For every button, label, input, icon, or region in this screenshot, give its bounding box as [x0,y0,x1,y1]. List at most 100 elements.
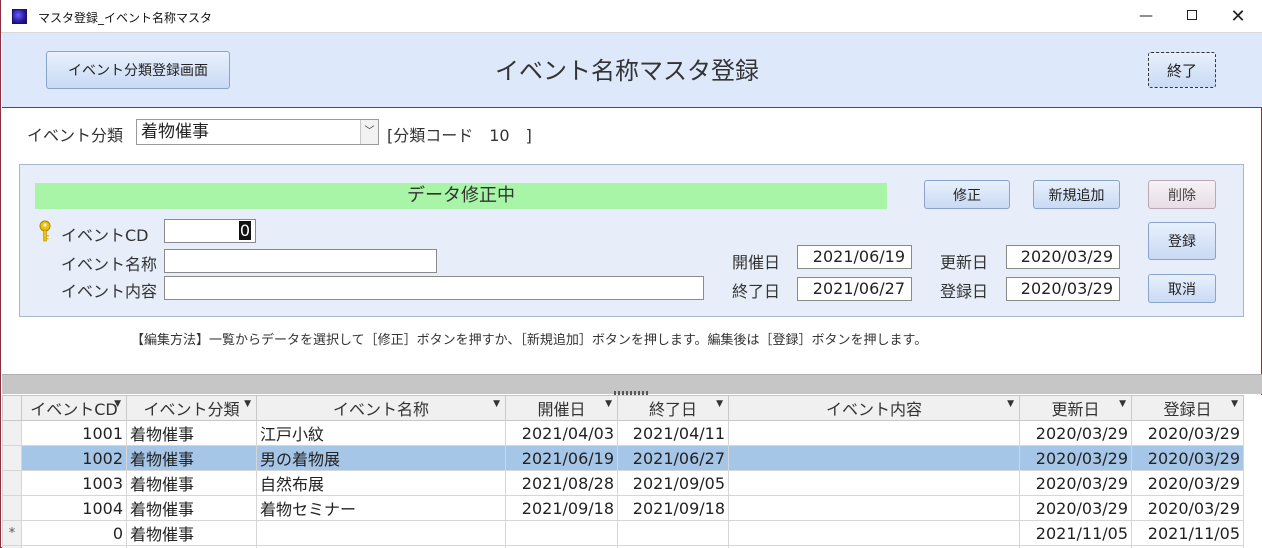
table-row[interactable]: 1004 着物催事 着物セミナー 2021/09/18 2021/09/18 2… [2,495,1244,521]
cell-category[interactable]: 着物催事 [126,520,257,546]
category-dropdown[interactable]: 着物催事 ﹀ [136,119,379,145]
chevron-down-icon[interactable]: ﹀ [360,120,378,144]
cell-event-cd[interactable]: 1003 [21,470,127,496]
cell-start-date[interactable]: 2021/09/18 [505,495,618,521]
cell-event-detail[interactable] [728,520,1020,546]
cell-event-detail[interactable] [728,445,1020,471]
cell-start-date[interactable]: 2021/06/19 [505,445,618,471]
cell-updated-date[interactable]: 2020/03/29 [1019,445,1132,471]
cell-start-date[interactable]: 2021/08/28 [505,470,618,496]
table-row[interactable]: 1001 着物催事 江戸小紋 2021/04/03 2021/04/11 202… [2,420,1244,446]
cell-start-date[interactable] [505,520,618,546]
cell-event-cd[interactable]: 1004 [21,495,127,521]
maximize-button[interactable] [1169,0,1215,33]
cell-end-date[interactable]: 2021/09/18 [617,495,729,521]
delete-button[interactable]: 削除 [1148,180,1216,209]
register-button[interactable]: 登録 [1148,222,1216,260]
exit-button[interactable]: 終了 [1148,52,1216,88]
cell-event-name[interactable]: 着物セミナー [256,495,506,521]
row-selector[interactable] [2,470,22,496]
updated-date-input[interactable]: 2020/03/29 [1006,245,1120,269]
cell-created-date[interactable]: 2020/03/29 [1131,495,1244,521]
column-header-end-date[interactable]: 終了日 ▼ [617,395,729,421]
column-header-start-date[interactable]: 開催日 ▼ [505,395,618,421]
cell-event-detail[interactable] [728,420,1020,446]
chevron-down-icon[interactable]: ▼ [114,399,121,409]
cell-category[interactable]: 着物催事 [126,445,257,471]
edit-button[interactable]: 修正 [924,180,1010,209]
add-new-button[interactable]: 新規追加 [1033,180,1120,209]
event-name-input[interactable] [164,249,437,273]
table-row-selected[interactable]: 1002 着物催事 男の着物展 2021/06/19 2021/06/27 20… [2,445,1244,471]
cell-event-detail[interactable] [728,470,1020,496]
app-window: マスタ登録_イベント名称マスタ — ✕ イベント分類登録画面 イベント名称マスタ… [0,0,1262,548]
column-header-event-name[interactable]: イベント名称 ▼ [256,395,506,421]
cell-updated-date[interactable]: 2021/11/05 [1019,520,1132,546]
splitter-bar[interactable] [2,374,1262,395]
cell-end-date[interactable] [617,520,729,546]
column-header-event-detail[interactable]: イベント内容 ▼ [728,395,1020,421]
start-date-input[interactable]: 2021/06/19 [797,245,912,269]
cell-category[interactable]: 着物催事 [126,420,257,446]
column-header-category[interactable]: イベント分類 ▼ [126,395,257,421]
chevron-down-icon[interactable]: ▼ [1007,399,1014,409]
cell-event-name[interactable] [256,520,506,546]
chevron-down-icon[interactable]: ▼ [1119,399,1126,409]
chevron-down-icon[interactable]: ▼ [605,399,612,409]
cell-end-date[interactable]: 2021/04/11 [617,420,729,446]
window-title: マスタ登録_イベント名称マスタ [38,11,213,25]
row-selector[interactable] [2,420,22,446]
cell-event-cd[interactable]: 1001 [21,420,127,446]
form-header: イベント分類登録画面 イベント名称マスタ登録 終了 [2,33,1262,108]
start-date-label: 開催日 [732,253,781,272]
minimize-button[interactable]: — [1123,0,1169,33]
cell-updated-date[interactable]: 2020/03/29 [1019,470,1132,496]
category-selected-value: 着物催事 [141,122,209,142]
cell-created-date[interactable]: 2020/03/29 [1131,445,1244,471]
cell-created-date[interactable]: 2020/03/29 [1131,420,1244,446]
column-header-created-date[interactable]: 登録日 ▼ [1131,395,1244,421]
help-text: 【編集方法】一覧からデータを選択して［修正］ボタンを押すか、［新規追加］ボタンを… [131,333,928,348]
event-detail-input[interactable] [164,276,704,300]
cell-event-detail[interactable] [728,495,1020,521]
cell-updated-date[interactable]: 2020/03/29 [1019,420,1132,446]
row-selector[interactable] [2,495,22,521]
row-selector[interactable] [2,445,22,471]
maximize-icon [1187,10,1197,20]
event-datasheet: イベントCD ▼ イベント分類 ▼ イベント名称 ▼ 開催日 ▼ 終了日 ▼ イベント内容… [2,395,1262,548]
category-registration-button[interactable]: イベント分類登録画面 [46,51,230,89]
cell-event-name[interactable]: 男の着物展 [256,445,506,471]
event-detail-label: イベント内容 [61,282,158,301]
cell-end-date[interactable]: 2021/09/05 [617,470,729,496]
cell-event-cd[interactable]: 1002 [21,445,127,471]
table-row-new[interactable]: * 0 着物催事 2021/11/05 2021/11/05 [2,520,1244,546]
cell-category[interactable]: 着物催事 [126,495,257,521]
chevron-down-icon[interactable]: ▼ [244,399,251,409]
cell-category[interactable]: 着物催事 [126,470,257,496]
cell-start-date[interactable]: 2021/04/03 [505,420,618,446]
new-row-marker[interactable]: * [2,520,22,546]
column-header-updated-date[interactable]: 更新日 ▼ [1019,395,1132,421]
cancel-button[interactable]: 取消 [1148,274,1216,303]
table-header-row: イベントCD ▼ イベント分類 ▼ イベント名称 ▼ 開催日 ▼ 終了日 ▼ イベント内容… [2,395,1244,421]
cell-updated-date[interactable]: 2020/03/29 [1019,495,1132,521]
event-cd-label: イベントCD [61,226,149,245]
category-label: イベント分類 [27,126,124,145]
chevron-down-icon[interactable]: ▼ [716,399,723,409]
chevron-down-icon[interactable]: ▼ [1231,399,1238,409]
cell-created-date[interactable]: 2021/11/05 [1131,520,1244,546]
cell-event-cd[interactable]: 0 [21,520,127,546]
table-row[interactable]: 1003 着物催事 自然布展 2021/08/28 2021/09/05 202… [2,470,1244,496]
cell-event-name[interactable]: 自然布展 [256,470,506,496]
created-date-input[interactable]: 2020/03/29 [1006,277,1120,301]
column-header-event-cd[interactable]: イベントCD ▼ [21,395,127,421]
cell-created-date[interactable]: 2020/03/29 [1131,470,1244,496]
chevron-down-icon[interactable]: ▼ [493,399,500,409]
event-name-label: イベント名称 [61,255,158,274]
select-all-cell[interactable] [2,395,22,421]
close-button[interactable]: ✕ [1215,0,1261,33]
cell-event-name[interactable]: 江戸小紋 [256,420,506,446]
end-date-input[interactable]: 2021/06/27 [797,277,912,301]
cell-end-date[interactable]: 2021/06/27 [617,445,729,471]
event-cd-input[interactable]: 0 [164,219,256,243]
